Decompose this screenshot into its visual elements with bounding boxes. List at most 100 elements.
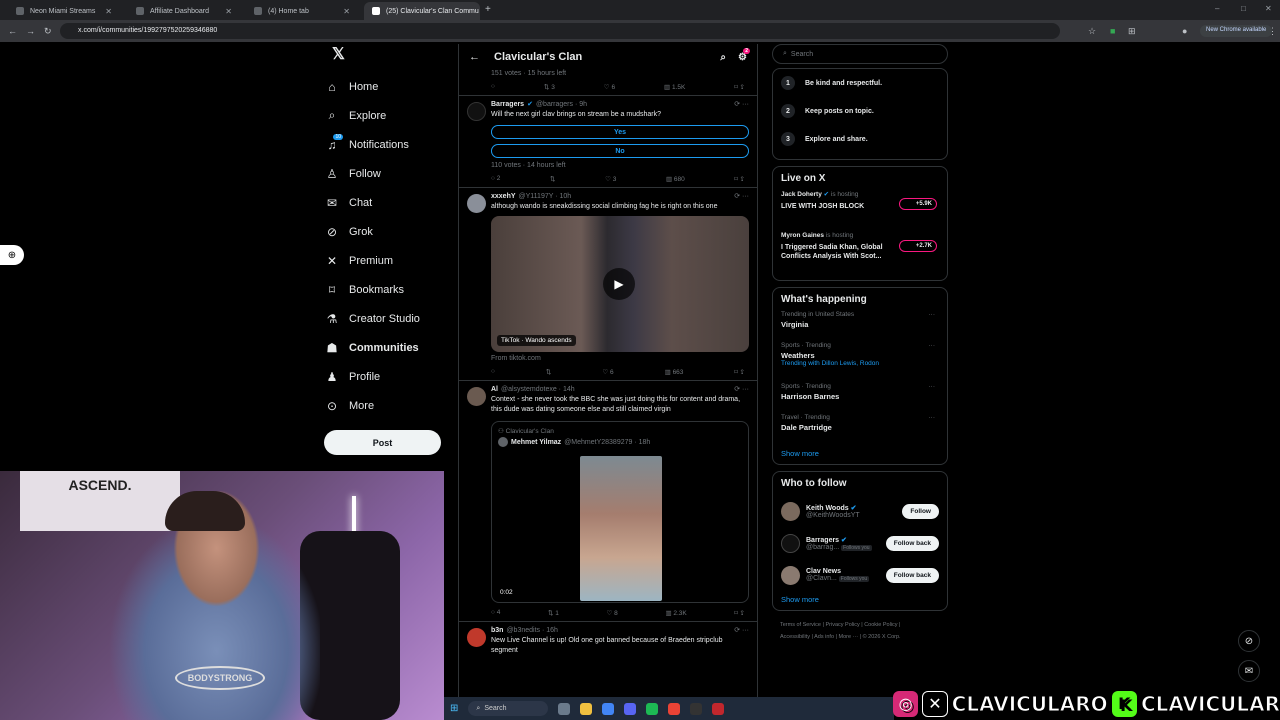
avatar[interactable] [467, 628, 486, 647]
avatar[interactable] [467, 387, 486, 406]
window-close-icon[interactable]: ✕ [1265, 4, 1272, 13]
avatar[interactable] [781, 501, 800, 521]
reply-icon[interactable]: ○ 4 [491, 609, 500, 617]
obs-icon[interactable] [690, 702, 703, 715]
more-icon[interactable]: ⟳ ··· [734, 192, 749, 200]
author-name[interactable]: xxxehY [491, 193, 516, 200]
more-icon[interactable]: ··· [929, 414, 936, 421]
tweet-poll-top[interactable]: 151 votes · 15 hours left ○ ⇅ 3 ♡ 6 ▥ 1.… [459, 70, 757, 96]
views-icon[interactable]: ▥ 2.3K [665, 609, 686, 617]
chrome-icon[interactable] [602, 702, 615, 715]
follow-back-button[interactable]: Follow back [885, 567, 939, 583]
more-icon[interactable]: ··· [929, 342, 936, 349]
discord-icon[interactable] [624, 702, 637, 715]
avatar[interactable] [781, 565, 800, 585]
search-icon[interactable]: ⌕ [720, 52, 726, 63]
footer-link[interactable]: Privacy Policy [825, 622, 859, 628]
video-media[interactable]: ▶ TikTok · Wando ascends [491, 216, 749, 352]
more-icon[interactable]: ⟳ ··· [734, 100, 749, 108]
bookmark-icon[interactable]: ⌑ ⇪ [734, 83, 745, 91]
follow-button[interactable]: Follow [902, 503, 939, 519]
grok-icon[interactable]: ⊘ [1238, 630, 1260, 652]
tab-clan[interactable]: (25) Clavicular's Clan Commu✕ [364, 2, 480, 20]
like-icon[interactable]: ♡ 3 [605, 175, 616, 183]
avatar[interactable] [467, 194, 486, 213]
follow-back-button[interactable]: Follow back [885, 535, 939, 551]
follow-suggestion[interactable]: Barragers ✔ @barrag... Follows you Follow … [781, 527, 939, 559]
reload-icon[interactable]: ↻ [44, 26, 52, 37]
update-chip[interactable]: New Chrome available [1200, 25, 1273, 37]
follow-suggestion[interactable]: Keith Woods ✔ @KeithWoodsYT Follow [781, 495, 939, 527]
more-icon[interactable]: ··· [929, 383, 936, 390]
views-icon[interactable]: ▥ 663 [665, 368, 684, 376]
media-source[interactable]: From tiktok.com [491, 355, 749, 362]
back-arrow-icon[interactable]: ← [469, 51, 480, 63]
kebab-menu-icon[interactable]: ⋮ [1268, 26, 1277, 37]
app-icon[interactable] [712, 702, 725, 715]
close-icon[interactable]: ✕ [343, 7, 350, 16]
nav-explore[interactable]: ⌕ Explore [324, 101, 448, 130]
repost-icon[interactable]: ⇅ [550, 175, 555, 183]
star-icon[interactable]: ☆ [1088, 26, 1096, 37]
tweet-barragers[interactable]: Barragers ✔ @barragers · 9h ⟳ ··· Will the … [459, 96, 757, 188]
trend-item[interactable]: Travel · Trending Dale Partridge ··· [781, 414, 939, 445]
show-more-link[interactable]: Show more [781, 595, 939, 604]
new-tab-icon[interactable]: + [485, 4, 491, 15]
file-explorer-icon[interactable] [580, 702, 593, 715]
bookmark-icon[interactable]: ⌑ ⇪ [734, 175, 745, 183]
author-name[interactable]: Al [491, 386, 498, 393]
avatar[interactable] [467, 102, 486, 121]
bookmark-icon[interactable]: ⌑ ⇪ [734, 609, 745, 617]
app-icon[interactable] [668, 702, 681, 715]
windows-start-icon[interactable]: ⊞ [450, 703, 458, 714]
maximize-icon[interactable]: □ [1241, 4, 1246, 13]
views-icon[interactable]: ▥ 680 [666, 175, 685, 183]
search-box[interactable]: ⌕ Search [772, 44, 948, 64]
follow-suggestion[interactable]: Clav News @Clavn... Follows you Follow bac… [781, 559, 939, 591]
quote-video-thumbnail[interactable] [580, 456, 662, 601]
nav-premium[interactable]: ✕ Premium [324, 246, 448, 275]
puzzle-icon[interactable]: ⊞ [1128, 26, 1136, 37]
tweet-b3n[interactable]: b3n @b3nedits · 16h ⟳ ··· New Live Channel… [459, 622, 757, 660]
profile-icon[interactable]: ● [1182, 26, 1187, 36]
reply-icon[interactable]: ○ [491, 83, 495, 91]
tab-home[interactable]: (4) Home tab ✕ [246, 2, 358, 20]
nav-follow[interactable]: ♙ Follow [324, 159, 448, 188]
show-more-link[interactable]: Show more [781, 449, 939, 458]
live-item[interactable]: Myron Gaines is hosting I Triggered Sadi… [781, 232, 939, 274]
footer-link[interactable]: Ads info [814, 634, 834, 640]
x-logo[interactable]: 𝕏 [324, 44, 448, 72]
trend-item[interactable]: Trending in United States Virginia ··· [781, 311, 939, 342]
footer-link[interactable]: Cookie Policy [864, 622, 897, 628]
tab-affiliate[interactable]: Affiliate Dashboard ✕ [128, 2, 240, 20]
nav-creator-studio[interactable]: ⚗ Creator Studio [324, 304, 448, 333]
author-name[interactable]: b3n [491, 627, 503, 634]
back-icon[interactable]: ← [8, 26, 17, 36]
author-name[interactable]: Barragers [491, 101, 524, 108]
tweet-al[interactable]: Al @alsystemdotexe · 14h ⟳ ··· Context - s… [459, 381, 757, 622]
minimize-icon[interactable]: – [1215, 4, 1219, 13]
address-bar[interactable]: x.com/i/communities/1992797520259346880 [60, 23, 1060, 39]
forward-icon[interactable]: → [26, 26, 35, 36]
spotify-icon[interactable] [646, 702, 659, 715]
mail-icon[interactable]: ✉ [1238, 660, 1260, 682]
nav-more[interactable]: ⊙ More [324, 391, 448, 420]
nav-home[interactable]: ⌂ Home [324, 72, 448, 101]
play-icon[interactable]: ▶ [603, 268, 635, 300]
close-icon[interactable]: ✕ [105, 7, 112, 16]
nav-communities[interactable]: ☗ Communities [324, 333, 448, 362]
nav-grok[interactable]: ⊘ Grok [324, 217, 448, 246]
views-icon[interactable]: ▥ 1.5K [664, 83, 685, 91]
zoom-icon[interactable]: ⊕ [0, 245, 24, 265]
nav-bookmarks[interactable]: ⌑ Bookmarks [324, 275, 448, 304]
tweet-xxxehy[interactable]: xxxehY @Y11197Y · 10h ⟳ ··· although wando… [459, 188, 757, 381]
poll-option[interactable]: No [491, 144, 749, 158]
footer-link[interactable]: Terms of Service [780, 622, 821, 628]
bookmark-icon[interactable]: ⌑ ⇪ [734, 368, 745, 376]
poll-option[interactable]: Yes [491, 125, 749, 139]
trend-item[interactable]: Sports · Trending Harrison Barnes ··· [781, 383, 939, 414]
more-icon[interactable]: ⟳ ··· [734, 385, 749, 393]
repost-icon[interactable]: ⇅ 3 [544, 83, 555, 91]
nav-profile[interactable]: ♟ Profile [324, 362, 448, 391]
post-button[interactable]: Post [324, 430, 441, 455]
